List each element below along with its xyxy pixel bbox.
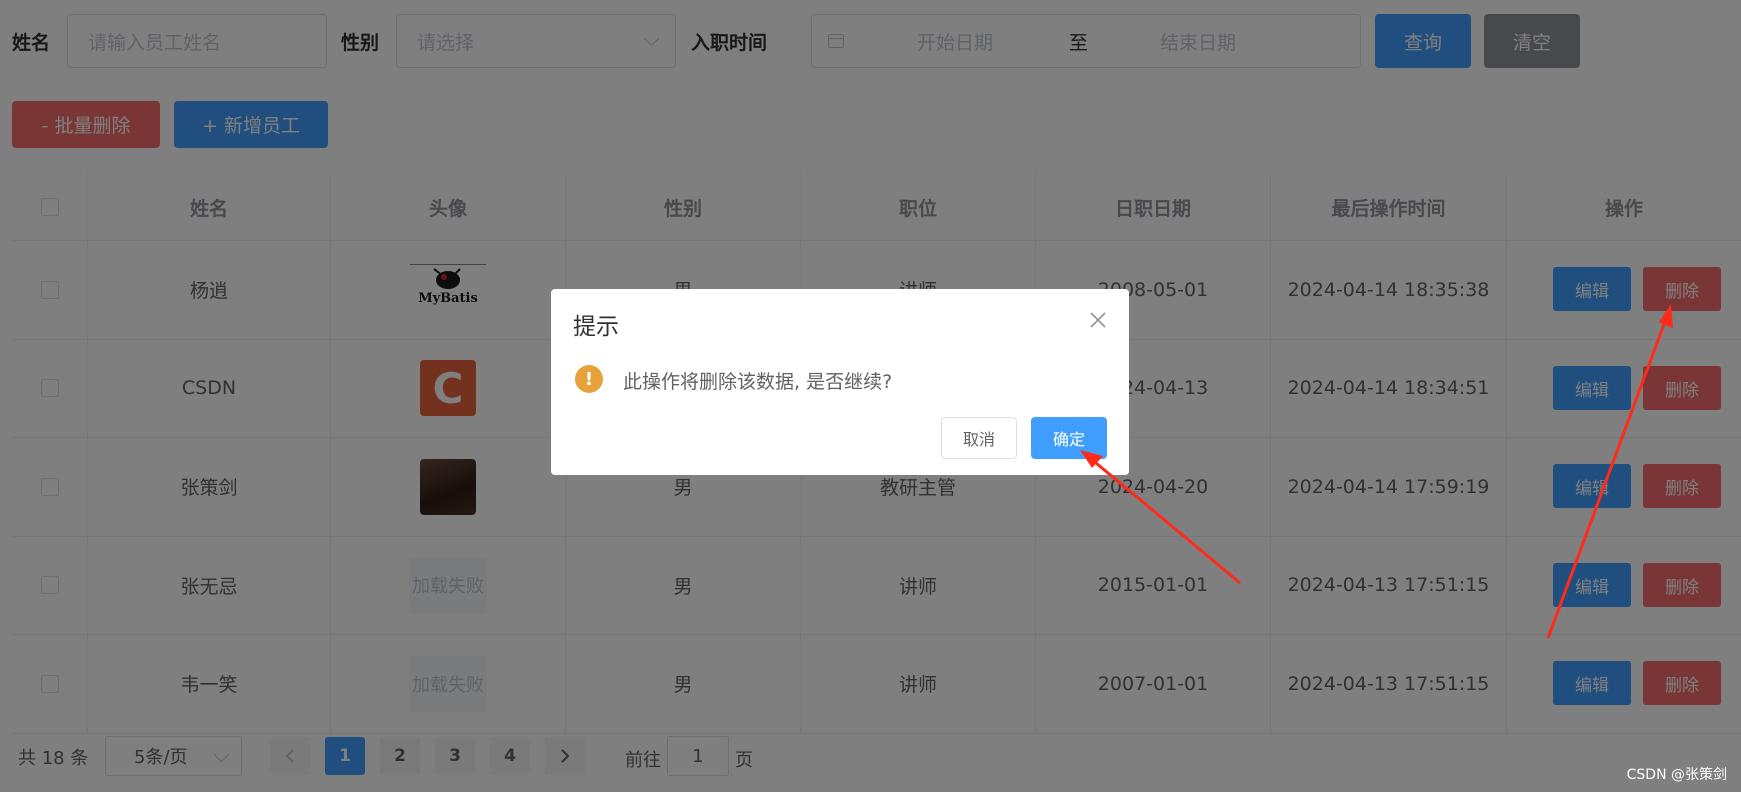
arrow-to-delete: [1546, 304, 1673, 639]
arrow-to-confirm: [1080, 450, 1241, 585]
watermark: CSDN @张策剑: [1626, 767, 1727, 783]
annotation-arrows: [1080, 304, 1673, 639]
